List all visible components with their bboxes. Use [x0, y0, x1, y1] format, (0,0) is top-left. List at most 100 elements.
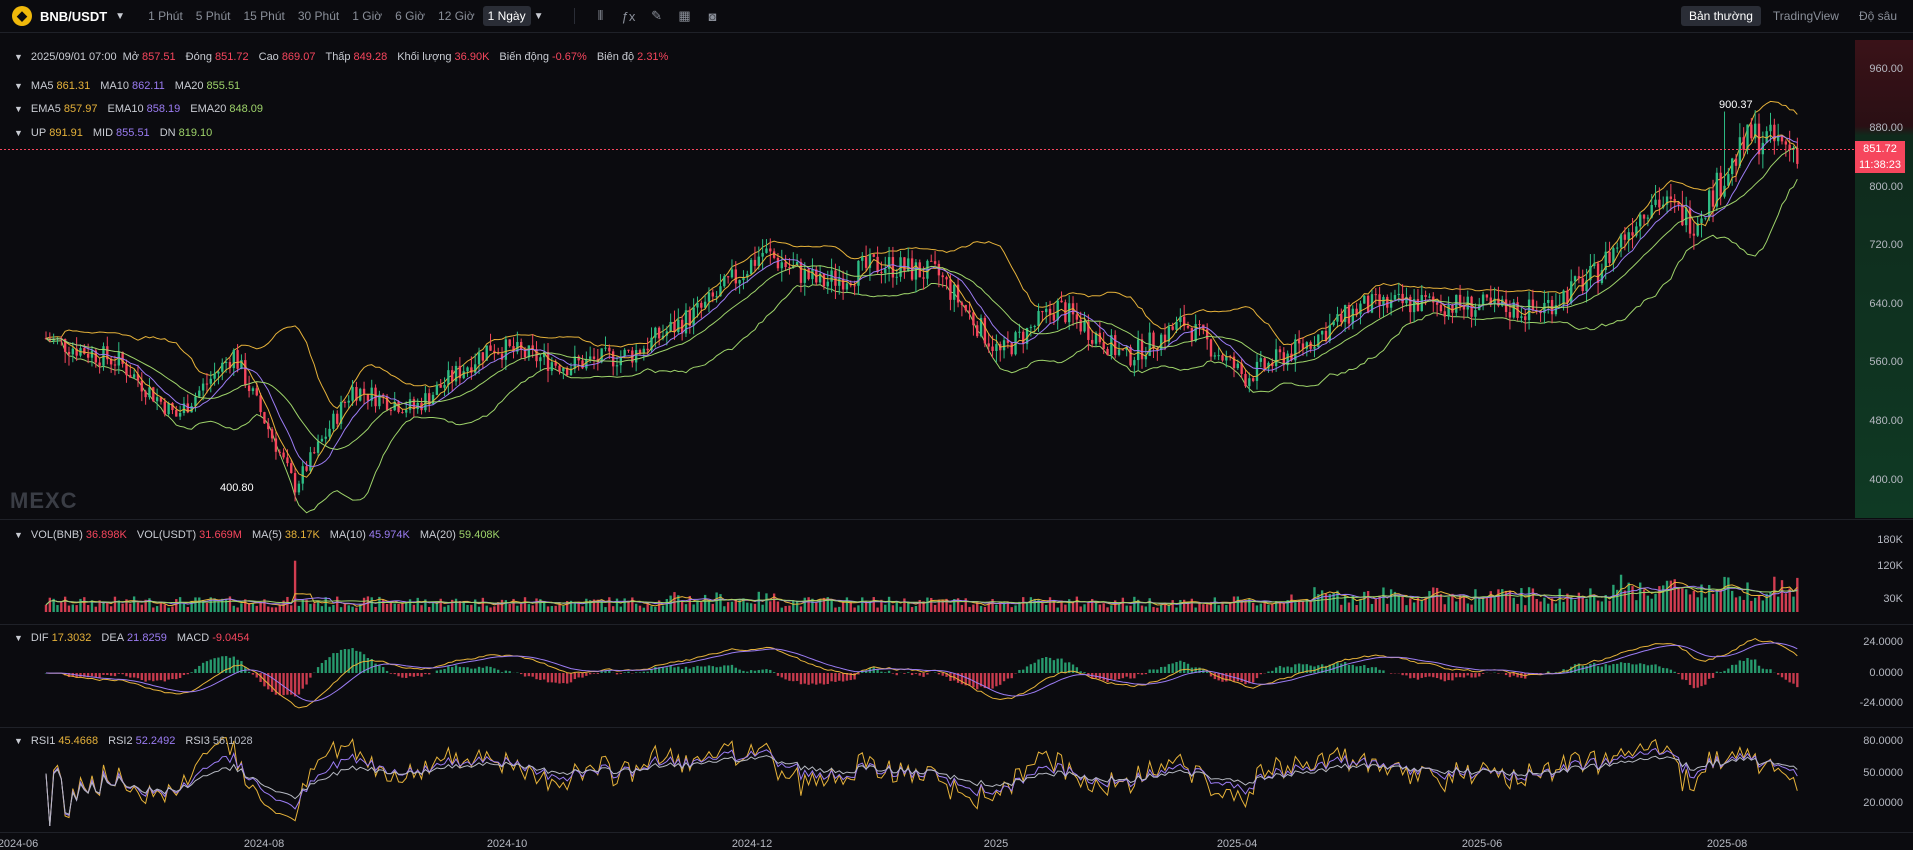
chart-canvas[interactable]	[0, 0, 1913, 850]
macd-hist-bar	[1355, 666, 1358, 673]
volume-bar	[1432, 587, 1435, 612]
volume-bar	[1696, 597, 1699, 612]
mexc-watermark: MEXC	[10, 488, 78, 513]
candle-body	[1428, 296, 1431, 298]
macd-hist-bar	[301, 673, 304, 689]
macd-hist-bar	[148, 673, 151, 681]
macd-hist-bar	[1144, 673, 1148, 675]
macd-hist-bar	[182, 673, 186, 675]
macd-hist-bar	[811, 673, 814, 684]
boll-lower-line	[45, 178, 1798, 514]
volume-bar	[136, 602, 140, 612]
candle-body	[71, 348, 74, 355]
candle-body	[1711, 190, 1715, 207]
candle-body	[1033, 326, 1036, 328]
volume-bar	[1125, 605, 1128, 612]
macd-hist-bar	[297, 673, 301, 695]
volume-bar	[887, 596, 891, 612]
macd-hist-bar	[136, 673, 140, 679]
volume-label: Khối lượng	[397, 51, 452, 63]
macd-hist-bar	[1297, 663, 1301, 673]
macd-hist-bar	[178, 673, 182, 678]
rsi-tick: 20.0000	[1863, 797, 1903, 809]
chevron-down-icon[interactable]: ▼	[14, 81, 23, 91]
volume-bar	[1129, 605, 1132, 612]
candle-body	[527, 345, 531, 358]
volume-bar	[79, 598, 82, 612]
volume-bar	[1585, 598, 1588, 612]
macd-hist-bar	[477, 666, 481, 673]
volume-bar	[1753, 597, 1757, 612]
rsi3-line	[45, 755, 1798, 827]
volume-bar	[1409, 598, 1412, 612]
volume-bar	[1677, 587, 1680, 612]
candle-body	[1481, 294, 1485, 306]
volume-bar	[558, 602, 561, 612]
chevron-down-icon[interactable]: ▼	[14, 128, 23, 138]
volume-bar	[1577, 592, 1581, 612]
chevron-down-icon[interactable]: ▼	[14, 736, 23, 746]
candle-body	[937, 263, 941, 276]
macd-hist-bar	[696, 665, 699, 673]
macd-hist-bar	[903, 673, 906, 674]
macd-hist-bar	[1750, 659, 1753, 673]
volume-bar	[1144, 606, 1148, 612]
volume-bar	[1443, 604, 1446, 612]
candle-body	[152, 387, 155, 402]
volume-bar	[477, 606, 481, 612]
chevron-down-icon[interactable]: ▼	[14, 530, 23, 540]
macd-hist-bar	[1796, 673, 1799, 688]
candle-body	[1117, 349, 1121, 356]
ma5-line	[45, 133, 1798, 478]
candle-body	[1140, 339, 1144, 360]
volume-bar	[845, 597, 849, 612]
volume-bar	[1520, 588, 1523, 612]
volume-bar	[1424, 597, 1427, 612]
price-tick: 720.00	[1869, 239, 1903, 251]
vol-ma20-line	[45, 586, 1798, 606]
macd-hist-bar	[1148, 669, 1151, 673]
macd-hist-bar	[1711, 673, 1715, 678]
candle-body	[1320, 330, 1324, 335]
macd-dif-value: 17.3032	[51, 632, 92, 644]
ema5-label: EMA5	[30, 103, 61, 115]
volume-bar	[1401, 595, 1404, 612]
candle-body	[443, 384, 446, 388]
candle-body	[933, 261, 937, 264]
macd-hist-bar	[792, 673, 795, 682]
macd-hist-bar	[1746, 657, 1749, 673]
candle-body	[1075, 314, 1079, 320]
volume-bar	[1481, 597, 1485, 612]
candle-body	[562, 368, 565, 372]
macd-hist-bar	[309, 673, 312, 678]
volume-bar	[1746, 582, 1749, 612]
macd-hist-bar	[841, 673, 845, 682]
volume-bar	[1002, 601, 1006, 612]
candle-body	[366, 393, 370, 401]
volume-tick: 30K	[1883, 593, 1903, 605]
chevron-down-icon[interactable]: ▼	[14, 52, 23, 62]
candle-body	[1520, 316, 1523, 318]
volume-bar	[389, 601, 393, 612]
macd-hist-bar	[462, 667, 465, 673]
volume-bar	[933, 604, 937, 612]
chevron-down-icon[interactable]: ▼	[14, 633, 23, 643]
volume-bar	[723, 606, 726, 612]
macd-hist-bar	[1409, 673, 1412, 679]
candle-body	[362, 388, 366, 394]
chevron-down-icon[interactable]: ▼	[14, 104, 23, 114]
volume-bar	[1455, 601, 1458, 612]
open-value: 857.51	[142, 51, 176, 63]
close-label: Đóng	[185, 51, 212, 63]
macd-hist-bar	[401, 673, 404, 678]
volume-bar	[1776, 596, 1780, 612]
candle-body	[876, 256, 879, 273]
volume-bar	[1056, 607, 1059, 612]
candle-body	[1451, 305, 1454, 313]
volume-bar	[481, 597, 485, 612]
candle-body	[1731, 158, 1734, 175]
macd-hist-bar	[1593, 662, 1596, 673]
candle-body	[753, 259, 757, 266]
candle-body	[144, 391, 147, 398]
macd-hist-bar	[1512, 673, 1515, 676]
